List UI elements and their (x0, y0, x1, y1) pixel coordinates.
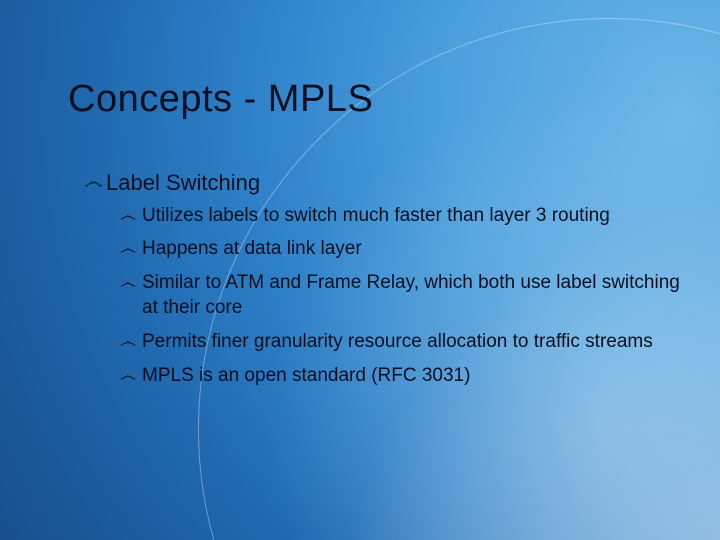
bullet-text: Utilizes labels to switch much faster th… (142, 203, 680, 229)
bullet-text: MPLS is an open standard (RFC 3031) (142, 363, 680, 389)
list-item: ෴ Permits finer granularity resource all… (120, 329, 680, 355)
swirl-bullet-icon: ෴ (120, 237, 136, 260)
bullet-text: Similar to ATM and Frame Relay, which bo… (142, 270, 680, 321)
swirl-bullet-icon: ෴ (120, 364, 136, 387)
swirl-bullet-icon: ෴ (120, 330, 136, 353)
slide-content: Concepts - MPLS ෴ Label Switching ෴ Util… (68, 78, 680, 398)
bullet-text: Label Switching (106, 169, 680, 197)
slide: Concepts - MPLS ෴ Label Switching ෴ Util… (0, 0, 720, 540)
swirl-bullet-icon: ෴ (120, 271, 136, 294)
list-item: ෴ Happens at data link layer (120, 236, 680, 262)
list-item: ෴ MPLS is an open standard (RFC 3031) (120, 363, 680, 389)
swirl-bullet-icon: ෴ (120, 204, 136, 227)
slide-title: Concepts - MPLS (68, 78, 680, 121)
bullet-level2-group: ෴ Utilizes labels to switch much faster … (120, 203, 680, 389)
list-item: ෴ Similar to ATM and Frame Relay, which … (120, 270, 680, 321)
swirl-bullet-icon: ෴ (84, 170, 100, 195)
bullet-level1: ෴ Label Switching ෴ Utilizes labels to s… (84, 169, 680, 388)
bullet-text: Happens at data link layer (142, 236, 680, 262)
list-item: ෴ Label Switching (84, 169, 680, 197)
list-item: ෴ Utilizes labels to switch much faster … (120, 203, 680, 229)
bullet-text: Permits finer granularity resource alloc… (142, 329, 680, 355)
